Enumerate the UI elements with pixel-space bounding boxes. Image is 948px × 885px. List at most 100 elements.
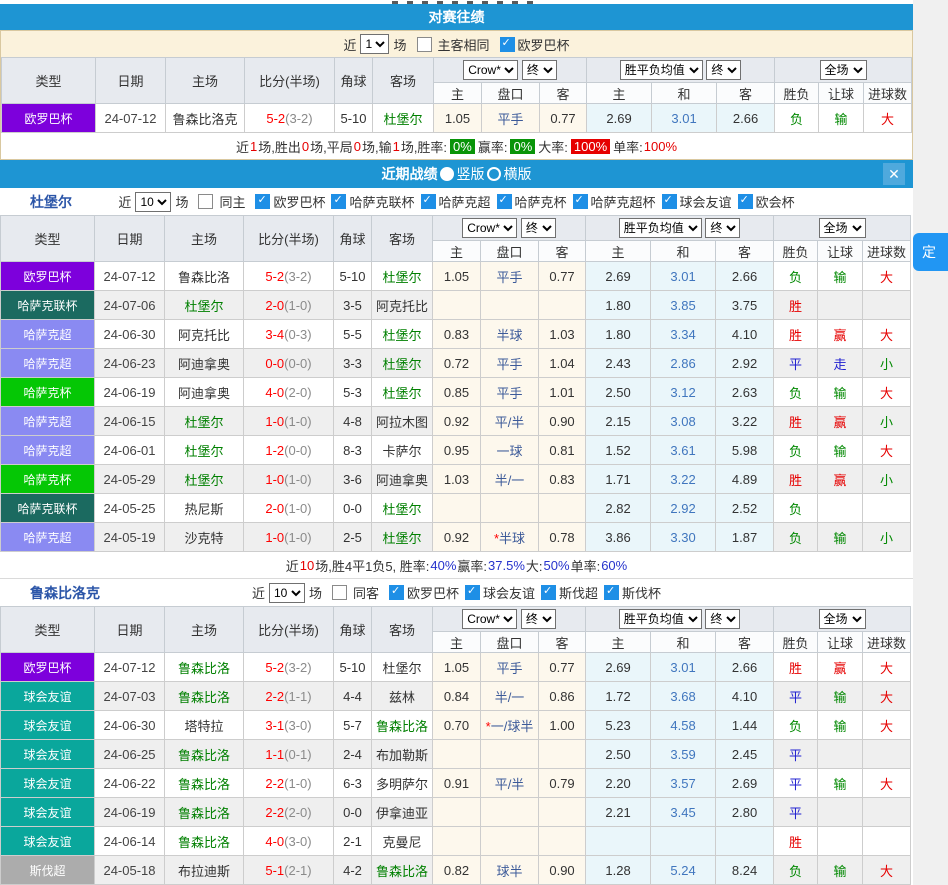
league-checkbox[interactable]	[738, 194, 753, 209]
result-goals: 小	[863, 465, 911, 494]
league-checkbox[interactable]	[421, 194, 436, 209]
result-handicap: 赢	[818, 465, 863, 494]
result-wdl: 负	[774, 378, 818, 407]
result-handicap	[818, 798, 863, 827]
col-crow-home: 主	[433, 632, 481, 653]
team2-count-select[interactable]: 10	[269, 583, 305, 603]
league-checkbox[interactable]	[331, 194, 346, 209]
final-select[interactable]: 终	[706, 60, 741, 80]
score-cell: 2-2(2-0)	[244, 798, 334, 827]
final-select[interactable]: 终	[705, 218, 740, 238]
result-wdl: 胜	[774, 465, 818, 494]
avg-select[interactable]: 胜平负均值	[620, 60, 703, 80]
bookmaker-select[interactable]: Crow*	[463, 60, 518, 80]
scope-select[interactable]: 全场	[820, 60, 867, 80]
vertical-radio[interactable]	[440, 167, 454, 181]
stats-segment: 60%	[601, 558, 627, 573]
home-team: 杜堡尔	[165, 436, 244, 465]
final-select[interactable]: 终	[522, 60, 557, 80]
same-venue-checkbox[interactable]	[417, 37, 432, 52]
team1-count-select[interactable]: 10	[135, 192, 171, 212]
stats-segment: 10	[300, 558, 314, 573]
league-checkbox[interactable]	[604, 585, 619, 600]
col-away: 客场	[372, 216, 433, 262]
league-checkbox[interactable]	[500, 37, 515, 52]
table-row: 哈萨克超24-06-30阿克托比3-4(0-3)5-5杜堡尔0.83半球1.03…	[1, 320, 911, 349]
table-row: 球会友谊24-06-30塔特拉3-1(3-0)5-7鲁森比洛0.70*一/球半1…	[1, 711, 911, 740]
avg-home-odds: 1.72	[586, 682, 651, 711]
result-handicap: 赢	[818, 407, 863, 436]
avg-draw-odds: 3.12	[651, 378, 716, 407]
away-team: 杜堡尔	[372, 653, 433, 682]
side-tab[interactable]: 定	[913, 233, 948, 271]
away-team: 布加勒斯	[372, 740, 433, 769]
bookmaker-select-group: Crow* 终	[433, 607, 586, 632]
bookmaker-select[interactable]: Crow*	[462, 218, 517, 238]
avg-select-group: 胜平负均值 终	[586, 607, 774, 632]
recent-results-title: 近期战绩	[382, 164, 438, 184]
table-row: 球会友谊24-06-19鲁森比洛2-2(2-0)0-0伊拿迪亚2.213.452…	[1, 798, 911, 827]
table-row: 球会友谊24-06-22鲁森比洛2-2(1-0)6-3多明萨尔0.91平/半0.…	[1, 769, 911, 798]
handicap-cell: 平手	[482, 104, 540, 133]
handicap-cell	[481, 740, 539, 769]
league-checkbox[interactable]	[465, 585, 480, 600]
league-checkbox[interactable]	[255, 194, 270, 209]
date-cell: 24-05-19	[95, 523, 165, 552]
corners-cell: 4-4	[334, 682, 372, 711]
date-cell: 24-06-30	[95, 711, 165, 740]
final-select[interactable]: 终	[521, 609, 556, 629]
close-icon[interactable]: ✕	[883, 163, 905, 185]
col-corner: 角球	[334, 607, 372, 653]
col-score: 比分(半场)	[244, 607, 334, 653]
home-odds: 1.05	[433, 653, 481, 682]
league-checkbox-label: 欧罗巴杯	[273, 195, 325, 210]
league-checkbox-label: 欧罗巴杯	[407, 586, 459, 601]
away-team: 多明萨尔	[372, 769, 433, 798]
avg-draw-odds	[651, 827, 716, 856]
league-checkbox[interactable]	[541, 585, 556, 600]
avg-select[interactable]: 胜平负均值	[619, 218, 702, 238]
league-checkbox[interactable]	[389, 585, 404, 600]
team1-name: 杜堡尔	[30, 192, 72, 212]
score-cell: 2-2(1-0)	[244, 769, 334, 798]
home-odds	[433, 740, 481, 769]
league-checkbox[interactable]	[662, 194, 677, 209]
away-team: 杜堡尔	[373, 104, 434, 133]
table-row: 哈萨克杯24-05-29杜堡尔1-0(1-0)3-6阿迪拿奥1.03半/一0.8…	[1, 465, 911, 494]
corners-cell: 8-3	[334, 436, 372, 465]
final-select[interactable]: 终	[705, 609, 740, 629]
scope-select[interactable]: 全场	[819, 218, 866, 238]
col-wdl: 胜负	[774, 632, 818, 653]
league-checkbox-label: 哈萨克杯	[515, 195, 567, 210]
horizontal-radio[interactable]	[487, 167, 501, 181]
result-wdl: 平	[774, 349, 818, 378]
avg-away-odds: 2.92	[716, 349, 774, 378]
league-checkbox[interactable]	[497, 194, 512, 209]
final-select[interactable]: 终	[521, 218, 556, 238]
result-handicap: 输	[818, 856, 863, 885]
home-team: 杜堡尔	[165, 465, 244, 494]
same-home-checkbox[interactable]	[198, 194, 213, 209]
bookmaker-select[interactable]: Crow*	[462, 609, 517, 629]
scope-select[interactable]: 全场	[819, 609, 866, 629]
avg-draw-odds: 3.45	[651, 798, 716, 827]
avg-away-odds: 4.10	[716, 682, 774, 711]
result-handicap: 输	[818, 682, 863, 711]
avg-select[interactable]: 胜平负均值	[619, 609, 702, 629]
col-crow-away: 客	[540, 83, 587, 104]
league-checkbox[interactable]	[573, 194, 588, 209]
handicap-cell: 球半	[481, 856, 539, 885]
home-team: 鲁森比洛	[165, 740, 244, 769]
table-row: 哈萨克超24-06-15杜堡尔1-0(1-0)4-8阿拉木图0.92平/半0.9…	[1, 407, 911, 436]
score-cell: 1-0(1-0)	[244, 407, 334, 436]
away-odds	[539, 827, 586, 856]
avg-home-odds: 2.20	[586, 769, 651, 798]
avg-away-odds: 3.22	[716, 407, 774, 436]
avg-draw-odds: 4.58	[651, 711, 716, 740]
home-team: 鲁森比洛	[165, 798, 244, 827]
col-avg-away: 客	[716, 632, 774, 653]
h2h-count-select[interactable]: 1	[360, 34, 389, 54]
league-badge: 哈萨克杯	[1, 465, 95, 494]
result-goals: 大	[863, 711, 911, 740]
same-away-checkbox[interactable]	[332, 585, 347, 600]
